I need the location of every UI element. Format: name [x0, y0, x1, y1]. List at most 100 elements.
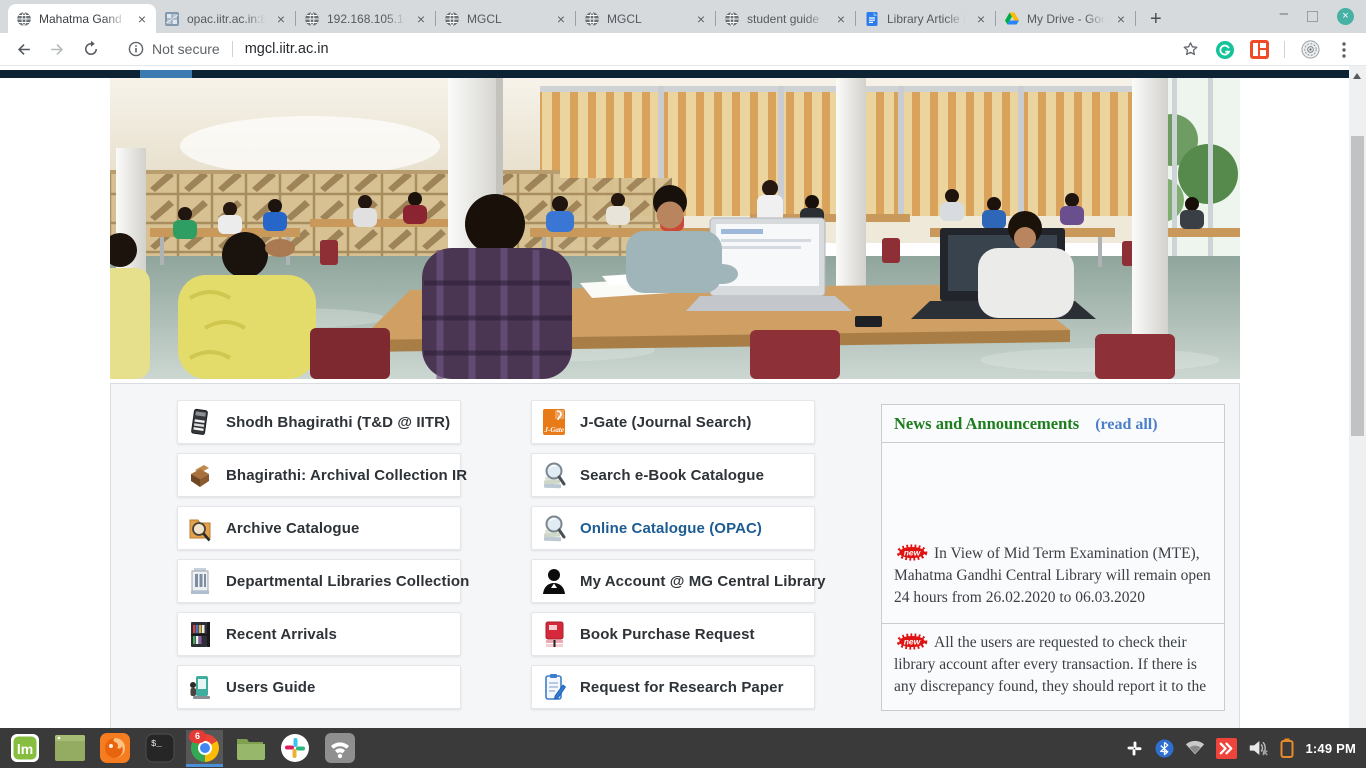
clock[interactable]: 1:49 PM [1305, 741, 1356, 756]
network-settings-app[interactable] [321, 730, 358, 767]
reload-button[interactable] [74, 36, 108, 62]
read-all-link[interactable]: (read all) [1095, 416, 1157, 434]
bookshelf-icon [187, 619, 213, 649]
link-column-middle: J-Gate J-Gate (Journal Search) Search e-… [531, 400, 815, 709]
mint-menu-button[interactable]: lm [6, 730, 43, 767]
forward-button[interactable] [40, 36, 74, 62]
back-button[interactable] [6, 36, 40, 62]
grammarly-icon[interactable] [1215, 40, 1235, 60]
firefox-app[interactable] [96, 730, 133, 767]
url-text[interactable]: mgcl.iitr.ac.in [245, 41, 329, 57]
link-request-research-paper[interactable]: Request for Research Paper [531, 665, 815, 709]
green-window-icon [55, 735, 85, 761]
restore-button[interactable] [1307, 11, 1318, 22]
link-label: My Account @ MG Central Library [580, 573, 826, 590]
bluetooth-icon[interactable] [1155, 739, 1174, 758]
news-header: News and Announcements (read all) [882, 405, 1224, 443]
scrollbar-thumb[interactable] [1351, 136, 1364, 436]
terminal-icon: $_ [145, 733, 175, 763]
tab-ip-address[interactable]: 192.168.105.14 × [296, 4, 435, 33]
wifi-icon[interactable] [1185, 740, 1205, 756]
slack-icon [280, 733, 310, 763]
close-tab-icon[interactable]: × [136, 11, 148, 27]
content-panel: Shodh Bhagirathi (T&D @ IITR) Bhagirathi… [110, 383, 1240, 728]
close-tab-icon[interactable]: × [415, 11, 427, 27]
close-tab-icon[interactable]: × [835, 11, 847, 27]
folder-icon [235, 736, 265, 760]
tab-mahatma-gandhi-library[interactable]: Mahatma Gand × [8, 4, 156, 33]
tab-opac[interactable]: opac.iitr.ac.in:8 × [156, 4, 295, 33]
globe-icon [16, 11, 32, 27]
anydesk-icon[interactable] [1216, 738, 1237, 759]
new-badge-icon: new [894, 633, 930, 650]
link-departmental-libraries[interactable]: Departmental Libraries Collection [177, 559, 461, 603]
link-users-guide[interactable]: Users Guide [177, 665, 461, 709]
link-archive-catalogue[interactable]: Archive Catalogue [177, 506, 461, 550]
link-jgate[interactable]: J-Gate J-Gate (Journal Search) [531, 400, 815, 444]
tab-title: 192.168.105.14 [327, 12, 408, 26]
close-tab-icon[interactable]: × [975, 11, 987, 27]
link-label: Archive Catalogue [226, 520, 359, 537]
link-online-catalogue-opac[interactable]: Online Catalogue (OPAC) [531, 506, 815, 550]
address-bar[interactable]: Not secure mgcl.iitr.ac.in [128, 41, 329, 57]
link-label: Shodh Bhagirathi (T&D @ IITR) [226, 414, 450, 431]
bookmark-star-icon[interactable] [1181, 40, 1200, 59]
browser-tab-strip: Mahatma Gand × opac.iitr.ac.in:8 × 192.1… [0, 0, 1366, 33]
news-panel: News and Announcements (read all) new In … [881, 404, 1225, 711]
tab-title: Library Article D [887, 12, 968, 26]
link-label: Book Purchase Request [580, 626, 755, 643]
menu-dots-icon[interactable] [1336, 41, 1352, 59]
kiosk-icon [187, 672, 213, 702]
scrollbar-up-arrow-icon[interactable] [1353, 73, 1361, 79]
security-label[interactable]: Not secure [152, 41, 220, 57]
svg-text:$_: $_ [151, 739, 162, 749]
toolbar-extensions [1181, 33, 1352, 66]
terminal-app[interactable]: $_ [141, 730, 178, 767]
slack-tray-icon[interactable] [1125, 739, 1144, 758]
new-tab-button[interactable]: + [1150, 9, 1162, 29]
search-books-icon [541, 460, 567, 490]
close-tab-icon[interactable]: × [695, 11, 707, 27]
toolbar-separator [1284, 41, 1285, 58]
minimize-button[interactable]: – [1280, 6, 1288, 21]
close-tab-icon[interactable]: × [555, 11, 567, 27]
tab-my-drive[interactable]: My Drive - Goo × [996, 4, 1135, 33]
tab-mgcl-2[interactable]: MGCL × [576, 4, 715, 33]
volume-muted-icon[interactable] [1248, 739, 1269, 757]
page-scrollbar[interactable] [1349, 66, 1366, 728]
tab-student-guide[interactable]: student guide × [716, 4, 855, 33]
building-icon [187, 566, 213, 596]
battery-icon[interactable] [1280, 738, 1294, 758]
link-recent-arrivals[interactable]: Recent Arrivals [177, 612, 461, 656]
link-book-purchase-request[interactable]: Book Purchase Request [531, 612, 815, 656]
chrome-app[interactable]: 6 [186, 730, 223, 767]
news-text: In View of Mid Term Examination (MTE), M… [894, 545, 1211, 606]
slack-app[interactable] [276, 730, 313, 767]
forward-icon [48, 40, 67, 59]
file-manager-app[interactable] [231, 730, 268, 767]
mint-menu-icon: lm [10, 733, 40, 763]
search-books-icon [541, 513, 567, 543]
taskbar-apps: lm $_ 6 [0, 730, 358, 767]
tab-title: student guide [747, 12, 828, 26]
link-my-account[interactable]: My Account @ MG Central Library [531, 559, 815, 603]
tab-mgcl-1[interactable]: MGCL × [436, 4, 575, 33]
close-tab-icon[interactable]: × [1115, 11, 1127, 27]
link-bhagirathi-archival[interactable]: Bhagirathi: Archival Collection IR [177, 453, 461, 497]
link-search-ebook[interactable]: Search e-Book Catalogue [531, 453, 815, 497]
mandala-extension-icon[interactable] [1300, 39, 1321, 60]
news-item: newAll the users are requested to check … [882, 624, 1224, 708]
book-stack-icon [187, 407, 213, 437]
green-window-app[interactable] [51, 730, 88, 767]
link-label: Departmental Libraries Collection [226, 573, 469, 590]
chrome-notification-badge: 6 [189, 730, 206, 743]
system-tray: 1:49 PM [1125, 738, 1366, 759]
gdocs-icon [864, 11, 880, 27]
tab-library-article[interactable]: Library Article D × [856, 4, 995, 33]
svg-text:lm: lm [16, 741, 32, 757]
red-grid-extension-icon[interactable] [1250, 40, 1269, 59]
close-tab-icon[interactable]: × [275, 11, 287, 27]
close-window-button[interactable]: × [1337, 8, 1354, 25]
link-shodh-bhagirathi[interactable]: Shodh Bhagirathi (T&D @ IITR) [177, 400, 461, 444]
link-label: Search e-Book Catalogue [580, 467, 764, 484]
